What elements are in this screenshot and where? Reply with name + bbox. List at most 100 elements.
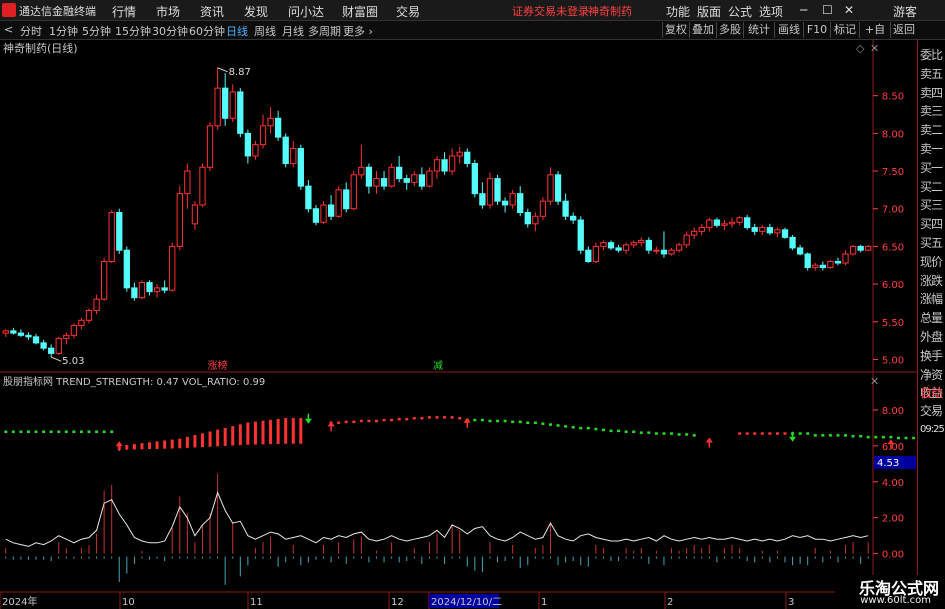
candle-body bbox=[728, 221, 736, 225]
menu-item-market[interactable]: 市场 bbox=[156, 3, 180, 20]
candle-body bbox=[108, 212, 115, 262]
trend-dot bbox=[662, 432, 666, 435]
toolbar-button[interactable]: 叠加 bbox=[689, 22, 716, 38]
toolbar-button[interactable]: 多股 bbox=[716, 22, 743, 38]
menu-item-quotes[interactable]: 行情 bbox=[112, 3, 136, 20]
menu-item-ask[interactable]: 问小达 bbox=[288, 3, 324, 20]
candle-body bbox=[418, 174, 426, 187]
candle-body bbox=[10, 330, 17, 334]
menu-item-wealth[interactable]: 财富圈 bbox=[342, 3, 378, 20]
candle-body bbox=[577, 219, 584, 251]
trend-bar bbox=[253, 421, 257, 445]
toolbar-button[interactable]: F10 bbox=[803, 22, 830, 38]
menu-item-layout[interactable]: 版面 bbox=[697, 3, 721, 20]
trade-label[interactable]: 交易 bbox=[920, 402, 943, 419]
trend-dot bbox=[881, 435, 885, 439]
trend-dot bbox=[556, 424, 560, 427]
candle-body bbox=[796, 247, 804, 255]
toolbar-button[interactable]: 返回 bbox=[890, 22, 917, 38]
candle-body bbox=[63, 334, 70, 339]
watermark: 乐淘公式网 www.60lt.com bbox=[835, 575, 945, 609]
max-price-label: 8.87 bbox=[229, 67, 251, 78]
menu-item-options[interactable]: 选项 bbox=[759, 3, 783, 20]
trend-bar bbox=[125, 444, 129, 450]
candle-body bbox=[691, 230, 698, 236]
period-tab[interactable]: 30分钟 bbox=[152, 23, 188, 39]
trend-dot bbox=[836, 434, 840, 437]
candle-body bbox=[343, 189, 350, 210]
toolbar-button[interactable]: 统计 bbox=[743, 22, 774, 38]
trend-dot bbox=[654, 432, 658, 435]
candle-body bbox=[365, 166, 373, 187]
trend-bar bbox=[291, 418, 295, 444]
auto-trade-label[interactable]: 自动 bbox=[920, 384, 943, 401]
candle-body bbox=[327, 204, 335, 217]
toolbar-button[interactable]: 标记 bbox=[830, 22, 859, 38]
quote-field-label: 卖一 bbox=[920, 142, 943, 156]
candle-body bbox=[585, 249, 592, 262]
candle-body bbox=[804, 253, 811, 269]
min-price-label: 5.03 bbox=[62, 356, 84, 367]
indicator-tick-label: 2.00 bbox=[882, 514, 904, 525]
menu-item-trade[interactable]: 交易 bbox=[396, 3, 420, 20]
close-icon[interactable]: ✕ bbox=[844, 3, 854, 17]
maximize-icon[interactable]: ☐ bbox=[822, 3, 833, 17]
trend-dot bbox=[473, 418, 477, 422]
period-tab[interactable]: 分时 bbox=[20, 23, 42, 39]
back-icon[interactable]: < bbox=[4, 23, 13, 36]
menu-item-formula[interactable]: 公式 bbox=[728, 3, 752, 20]
candle-body bbox=[486, 178, 494, 206]
toolbar-button[interactable]: +自选 bbox=[859, 22, 890, 52]
trend-dot bbox=[851, 434, 855, 438]
x-axis-label: 10 bbox=[122, 597, 135, 608]
login-status[interactable]: 证券交易未登录 bbox=[512, 3, 589, 19]
candle-body bbox=[501, 200, 509, 206]
period-tab[interactable]: 1分钟 bbox=[49, 23, 78, 39]
period-tab[interactable]: 月线 bbox=[282, 23, 304, 39]
trend-bar bbox=[269, 419, 273, 445]
trend-dot bbox=[496, 419, 500, 423]
candle-body bbox=[100, 260, 108, 300]
trend-dot bbox=[753, 432, 757, 435]
trend-bar bbox=[276, 418, 280, 444]
menu-item-news[interactable]: 资讯 bbox=[200, 3, 224, 20]
indicator-tick-label: 4.00 bbox=[882, 478, 904, 489]
period-tab[interactable]: 60分钟 bbox=[189, 23, 225, 39]
kline-chart[interactable]: 8.87 5.03 涨榜 减 8.50 8.00 7.50 7.00 6.50 6.00 5.50… bbox=[0, 40, 917, 609]
quote-field-label: 外盘 bbox=[920, 330, 943, 344]
chart-close-icon[interactable]: ✕ bbox=[870, 42, 879, 55]
candle-body bbox=[554, 174, 562, 202]
trend-dot bbox=[443, 416, 447, 419]
toolbar-button[interactable]: 画线 bbox=[774, 22, 803, 38]
candle-body bbox=[229, 91, 236, 119]
indicator-close-icon[interactable]: ✕ bbox=[870, 375, 879, 388]
minimize-icon[interactable]: ─ bbox=[800, 3, 807, 17]
candle-body bbox=[645, 239, 652, 251]
period-tab-active[interactable]: 日线 bbox=[226, 23, 248, 39]
guest-label[interactable]: 游客 bbox=[893, 3, 917, 20]
price-tick-label: 6.00 bbox=[882, 280, 904, 291]
settings-icon[interactable]: ◇ bbox=[856, 42, 865, 55]
period-tab[interactable]: 5分钟 bbox=[82, 23, 111, 39]
trend-dot bbox=[480, 418, 484, 422]
period-tab[interactable]: 15分钟 bbox=[115, 23, 151, 39]
toolbar-button[interactable]: 复权 bbox=[662, 22, 689, 38]
trend-dot bbox=[647, 431, 651, 434]
candle-body bbox=[759, 227, 766, 232]
period-tab[interactable]: 周线 bbox=[254, 23, 276, 39]
clock-time: 09:25 bbox=[920, 424, 945, 435]
candle-body bbox=[206, 125, 214, 168]
candle-body bbox=[638, 239, 645, 244]
menu-item-discover[interactable]: 发现 bbox=[244, 3, 268, 20]
menu-item-function[interactable]: 功能 bbox=[666, 3, 690, 20]
candle-body bbox=[297, 147, 304, 187]
x-axis-label: 12 bbox=[391, 597, 404, 608]
period-tab[interactable]: 多周期 bbox=[308, 23, 341, 39]
candle-body bbox=[237, 91, 244, 134]
candle-body bbox=[312, 208, 320, 223]
trend-dot bbox=[390, 418, 394, 422]
candle-body bbox=[426, 170, 433, 187]
candle-body bbox=[358, 166, 365, 176]
more-periods[interactable]: 更多 › bbox=[343, 23, 373, 39]
candle-body bbox=[547, 174, 554, 202]
